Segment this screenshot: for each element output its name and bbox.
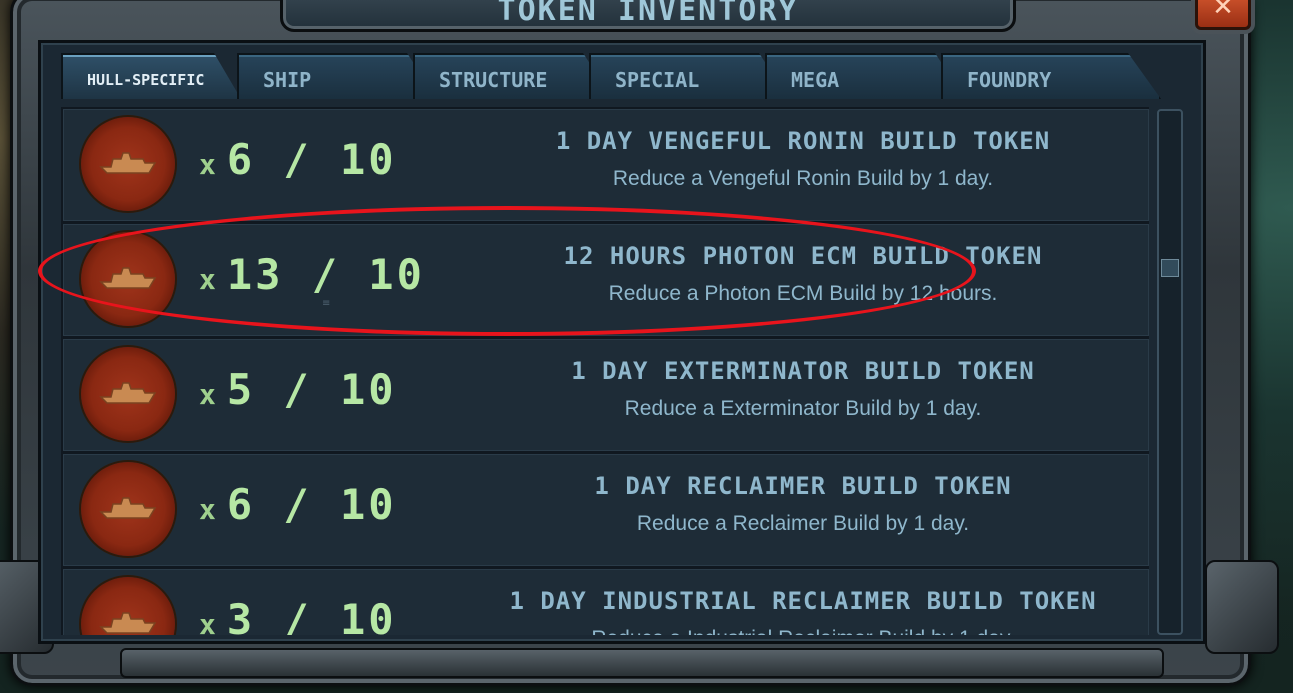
token-title: 1 DAY RECLAIMER BUILD TOKEN	[594, 472, 1012, 500]
token-quantity: x6 / 10	[199, 135, 397, 184]
token-description: Reduce a Exterminator Build by 1 day.	[624, 397, 982, 420]
ship-token-icon	[81, 232, 175, 326]
window-title: TOKEN INVENTORY	[497, 0, 799, 28]
tab-ship[interactable]: SHIP	[237, 53, 437, 99]
scrollbar-thumb[interactable]	[1161, 259, 1179, 277]
inventory-panel: HULL-SPECIFIC SHIP STRUCTURE SPECIAL MEG…	[38, 40, 1206, 644]
token-row[interactable]: x5 / 10 1 DAY EXTERMINATOR BUILD TOKEN R…	[61, 337, 1149, 453]
token-title: 12 HOURS PHOTON ECM BUILD TOKEN	[563, 242, 1043, 270]
tab-foundry[interactable]: FOUNDRY	[941, 53, 1161, 99]
token-quantity: x6 / 10	[199, 480, 397, 529]
ship-token-icon	[81, 462, 175, 556]
game-scene: TOKEN INVENTORY ✕ HULL-SPECIFIC SHIP STR…	[0, 0, 1293, 693]
title-bar: TOKEN INVENTORY	[280, 0, 1016, 32]
token-description: Reduce a Photon ECM Build by 12 hours.	[608, 282, 998, 305]
token-list: x6 / 10 1 DAY VENGEFUL RONIN BUILD TOKEN…	[61, 105, 1149, 635]
tab-label: STRUCTURE	[439, 68, 548, 92]
token-title: 1 DAY EXTERMINATOR BUILD TOKEN	[571, 357, 1035, 385]
ship-token-icon	[81, 577, 175, 635]
token-quantity: x5 / 10	[199, 365, 397, 414]
list-scrollbar[interactable]	[1157, 109, 1183, 635]
ship-token-icon	[81, 117, 175, 211]
token-row[interactable]: x 13 / 10 12 HOURS PHOTON ECM BUILD TOKEN…	[61, 222, 1149, 338]
token-title: 1 DAY INDUSTRIAL RECLAIMER BUILD TOKEN	[509, 587, 1097, 615]
tab-structure[interactable]: STRUCTURE	[413, 53, 613, 99]
token-quantity: x 13 / 10	[199, 250, 425, 299]
tab-label: FOUNDRY	[967, 68, 1052, 92]
token-title: 1 DAY VENGEFUL RONIN BUILD TOKEN	[555, 127, 1051, 155]
close-icon: ✕	[1212, 0, 1234, 22]
token-quantity: x3 / 10	[199, 595, 397, 635]
tab-label: MEGA	[791, 68, 840, 92]
token-description: Reduce a Reclaimer Build by 1 day.	[636, 512, 970, 535]
tab-bar: HULL-SPECIFIC SHIP STRUCTURE SPECIAL MEG…	[61, 53, 1181, 101]
drag-handle-icon: ≡	[322, 298, 331, 309]
tab-label: SPECIAL	[615, 68, 700, 92]
token-description: Reduce a Vengeful Ronin Build by 1 day.	[612, 167, 994, 190]
tab-hull-specific[interactable]: HULL-SPECIFIC	[61, 53, 241, 99]
token-row[interactable]: x6 / 10 1 DAY RECLAIMER BUILD TOKEN Redu…	[61, 452, 1149, 568]
tab-special[interactable]: SPECIAL	[589, 53, 789, 99]
tab-label: SHIP	[263, 68, 312, 92]
token-row[interactable]: x6 / 10 1 DAY VENGEFUL RONIN BUILD TOKEN…	[61, 107, 1149, 223]
frame-corner-bottom-right	[1205, 560, 1279, 654]
token-row[interactable]: x3 / 10 1 DAY INDUSTRIAL RECLAIMER BUILD…	[61, 567, 1149, 635]
close-button[interactable]: ✕	[1195, 0, 1251, 30]
tab-mega[interactable]: MEGA	[765, 53, 965, 99]
tab-label: HULL-SPECIFIC	[87, 71, 205, 89]
ship-token-icon	[81, 347, 175, 441]
frame-bottom-bar	[120, 648, 1164, 678]
token-description: Reduce a Industrial Reclaimer Build by 1…	[443, 627, 1149, 635]
